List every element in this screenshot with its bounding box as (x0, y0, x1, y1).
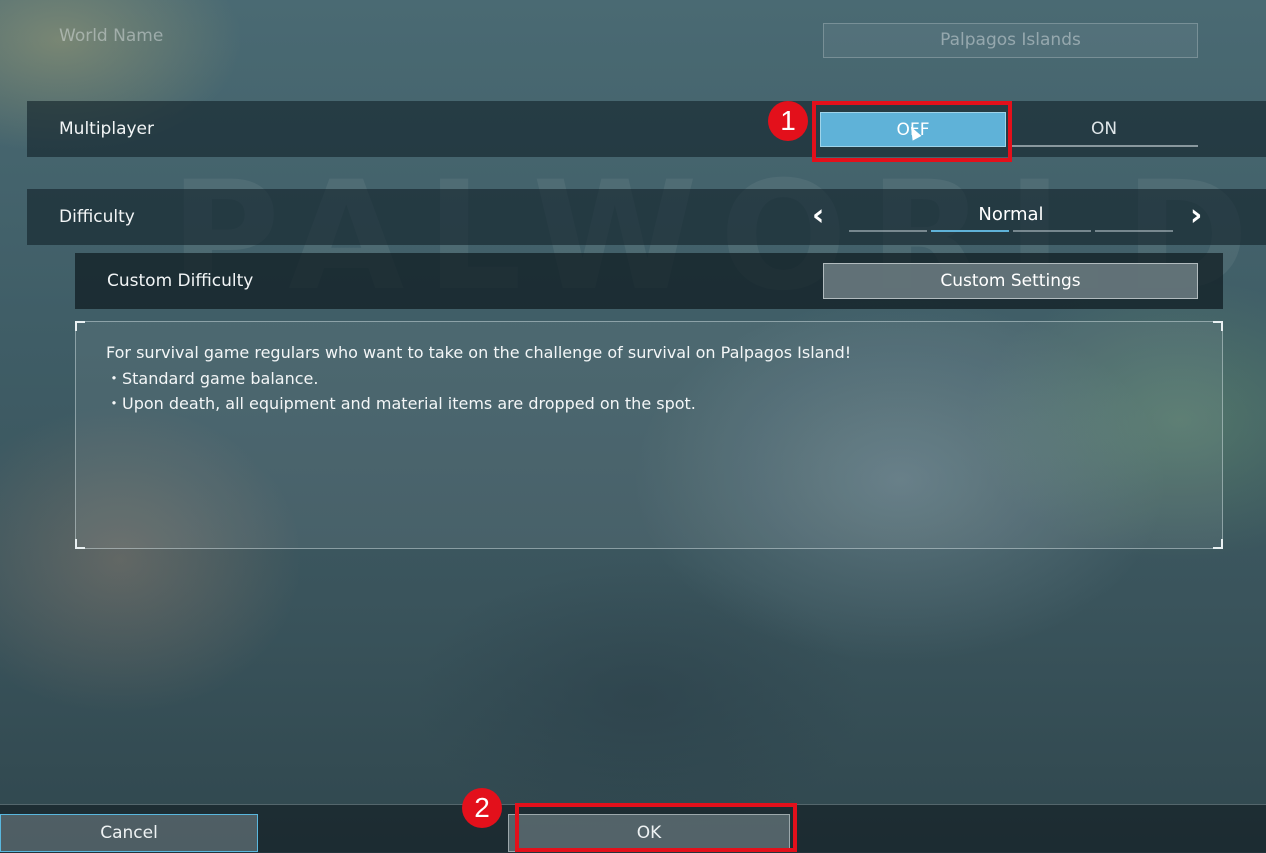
cancel-button[interactable]: Cancel (0, 814, 258, 852)
step1-badge: 1 (768, 101, 808, 141)
panel-corner (1213, 321, 1223, 331)
difficulty-level-segment (849, 230, 927, 232)
world-name-field: Palpagos Islands (823, 23, 1198, 58)
description-line: For survival game regulars who want to t… (106, 343, 852, 362)
panel-corner (75, 539, 85, 549)
difficulty-level-segment (1013, 230, 1091, 232)
panel-corner (1213, 539, 1223, 549)
difficulty-description-panel: For survival game regulars who want to t… (75, 321, 1223, 549)
difficulty-label: Difficulty (59, 207, 135, 227)
custom-settings-button[interactable]: Custom Settings (823, 263, 1198, 299)
step1-highlight-box (812, 101, 1012, 162)
difficulty-level-segment (931, 230, 1009, 232)
world-name-label: World Name (59, 26, 164, 46)
chevron-right-icon[interactable]: › (1190, 198, 1202, 233)
multiplayer-label: Multiplayer (59, 119, 154, 139)
panel-corner (75, 321, 85, 331)
multiplayer-on-button[interactable]: ON (1010, 112, 1198, 147)
difficulty-level-segment (1095, 230, 1173, 232)
step2-badge: 2 (462, 788, 502, 828)
description-line: ・Upon death, all equipment and material … (106, 394, 696, 413)
custom-difficulty-label: Custom Difficulty (107, 271, 254, 291)
chevron-left-icon[interactable]: ‹ (812, 198, 824, 233)
difficulty-value: Normal (978, 204, 1044, 225)
step2-highlight-box (515, 803, 797, 852)
description-line: ・Standard game balance. (106, 368, 319, 388)
